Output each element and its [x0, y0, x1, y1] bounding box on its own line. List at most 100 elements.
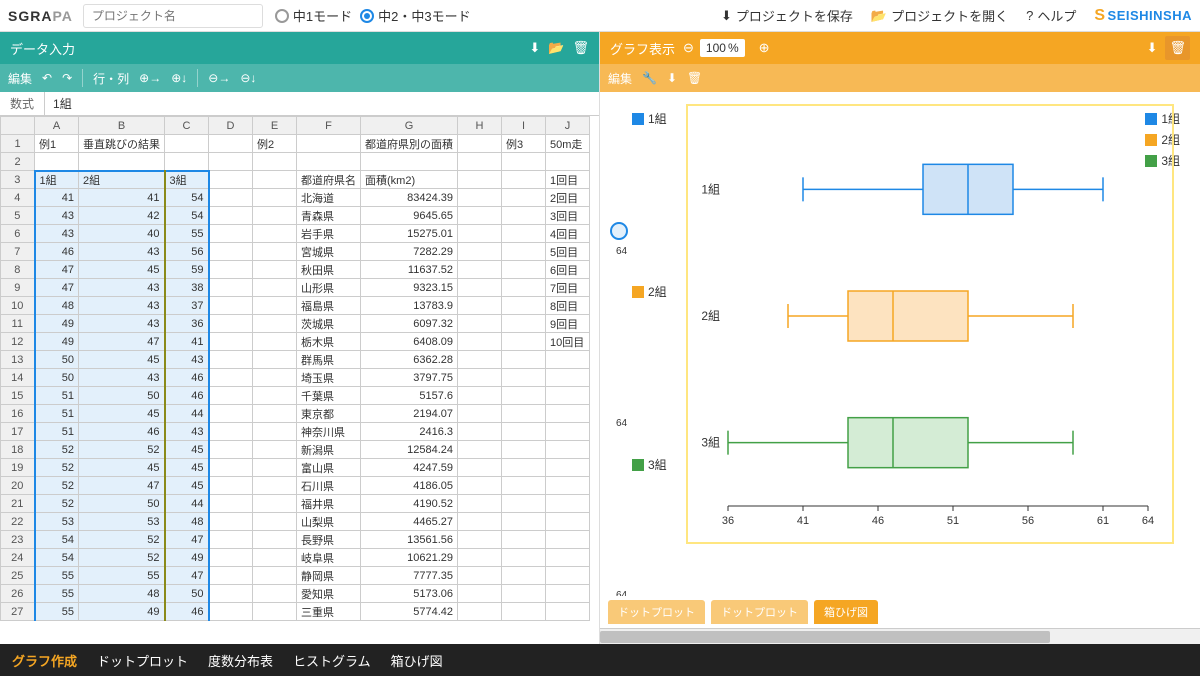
- cell[interactable]: [502, 567, 546, 585]
- cell[interactable]: 46: [165, 369, 209, 387]
- row-header[interactable]: 10: [1, 297, 35, 315]
- cell[interactable]: [253, 297, 297, 315]
- cell[interactable]: 岐阜県: [297, 549, 361, 567]
- minus-icon[interactable]: ⊖: [683, 40, 694, 56]
- chart-edit-menu[interactable]: 編集: [608, 70, 632, 87]
- cell[interactable]: [165, 153, 209, 171]
- chart-tab[interactable]: ドットプロット: [711, 600, 808, 624]
- cell[interactable]: [546, 423, 590, 441]
- download-icon[interactable]: ⬇: [1147, 40, 1158, 56]
- col-header[interactable]: B: [79, 117, 165, 135]
- cell[interactable]: [253, 243, 297, 261]
- cell[interactable]: [209, 369, 253, 387]
- cell[interactable]: 7282.29: [361, 243, 458, 261]
- cell[interactable]: [458, 207, 502, 225]
- cell[interactable]: 垂直跳びの結果: [79, 135, 165, 153]
- cell[interactable]: 41: [35, 189, 79, 207]
- cell[interactable]: 44: [165, 405, 209, 423]
- cell[interactable]: 54: [165, 207, 209, 225]
- plus-icon[interactable]: ⊕: [759, 40, 770, 56]
- trash-icon[interactable]: 🗑: [572, 40, 589, 56]
- cell[interactable]: 15275.01: [361, 225, 458, 243]
- cell[interactable]: [458, 189, 502, 207]
- cell[interactable]: 41: [79, 189, 165, 207]
- cell[interactable]: 山梨県: [297, 513, 361, 531]
- cell[interactable]: 55: [35, 585, 79, 603]
- cell[interactable]: 52: [35, 477, 79, 495]
- cell[interactable]: 5774.42: [361, 603, 458, 621]
- cell[interactable]: [253, 495, 297, 513]
- col-header[interactable]: F: [297, 117, 361, 135]
- cell[interactable]: 5回目: [546, 243, 590, 261]
- row-header[interactable]: 21: [1, 495, 35, 513]
- cell[interactable]: [502, 351, 546, 369]
- cell[interactable]: 45: [79, 351, 165, 369]
- cell[interactable]: [253, 171, 297, 189]
- cell[interactable]: [458, 459, 502, 477]
- row-header[interactable]: 7: [1, 243, 35, 261]
- cell[interactable]: [546, 441, 590, 459]
- cell[interactable]: [253, 549, 297, 567]
- create-chart-button[interactable]: グラフ作成: [12, 651, 77, 670]
- row-header[interactable]: 18: [1, 441, 35, 459]
- cell[interactable]: 43: [35, 225, 79, 243]
- row-header[interactable]: 11: [1, 315, 35, 333]
- remove-right-icon[interactable]: ⊖→: [208, 71, 230, 85]
- cell[interactable]: [458, 549, 502, 567]
- cell[interactable]: 43: [35, 207, 79, 225]
- add-down-icon[interactable]: ⊕↓: [171, 71, 187, 85]
- cell[interactable]: 4247.59: [361, 459, 458, 477]
- cell[interactable]: [502, 531, 546, 549]
- cell[interactable]: 神奈川県: [297, 423, 361, 441]
- cell[interactable]: 12584.24: [361, 441, 458, 459]
- col-header[interactable]: I: [502, 117, 546, 135]
- remove-down-icon[interactable]: ⊖↓: [240, 71, 256, 85]
- mode2-radio[interactable]: 中2・中3モード: [360, 6, 470, 25]
- cell[interactable]: [458, 225, 502, 243]
- cell[interactable]: 54: [35, 549, 79, 567]
- cell[interactable]: 53: [79, 513, 165, 531]
- cell[interactable]: 49: [165, 549, 209, 567]
- cell[interactable]: [209, 387, 253, 405]
- cell[interactable]: 56: [165, 243, 209, 261]
- cell[interactable]: [502, 441, 546, 459]
- cell[interactable]: 13561.56: [361, 531, 458, 549]
- row-header[interactable]: 27: [1, 603, 35, 621]
- cell[interactable]: [253, 153, 297, 171]
- cell[interactable]: 6362.28: [361, 351, 458, 369]
- cell[interactable]: 青森県: [297, 207, 361, 225]
- cell[interactable]: 6408.09: [361, 333, 458, 351]
- cell[interactable]: 53: [35, 513, 79, 531]
- col-header[interactable]: C: [165, 117, 209, 135]
- cell[interactable]: [546, 351, 590, 369]
- row-header[interactable]: 5: [1, 207, 35, 225]
- cell[interactable]: 50: [35, 369, 79, 387]
- cell[interactable]: [458, 405, 502, 423]
- cell[interactable]: [209, 351, 253, 369]
- cell[interactable]: 52: [35, 441, 79, 459]
- cell[interactable]: [546, 549, 590, 567]
- cell[interactable]: [209, 153, 253, 171]
- cell[interactable]: [165, 135, 209, 153]
- cell[interactable]: 4190.52: [361, 495, 458, 513]
- cell[interactable]: [502, 405, 546, 423]
- cell[interactable]: 44: [165, 495, 209, 513]
- cell[interactable]: [546, 153, 590, 171]
- cell[interactable]: [253, 585, 297, 603]
- row-header[interactable]: 17: [1, 423, 35, 441]
- cell[interactable]: [253, 531, 297, 549]
- cell[interactable]: [502, 171, 546, 189]
- cell[interactable]: 46: [165, 387, 209, 405]
- cell[interactable]: [502, 297, 546, 315]
- cell[interactable]: [209, 243, 253, 261]
- cell[interactable]: 47: [165, 531, 209, 549]
- cell[interactable]: [209, 405, 253, 423]
- cell[interactable]: [458, 495, 502, 513]
- cell[interactable]: [253, 441, 297, 459]
- cell[interactable]: [546, 477, 590, 495]
- cell[interactable]: [458, 567, 502, 585]
- cell[interactable]: 47: [35, 261, 79, 279]
- cell[interactable]: 51: [35, 387, 79, 405]
- cell[interactable]: [209, 135, 253, 153]
- cell[interactable]: 2416.3: [361, 423, 458, 441]
